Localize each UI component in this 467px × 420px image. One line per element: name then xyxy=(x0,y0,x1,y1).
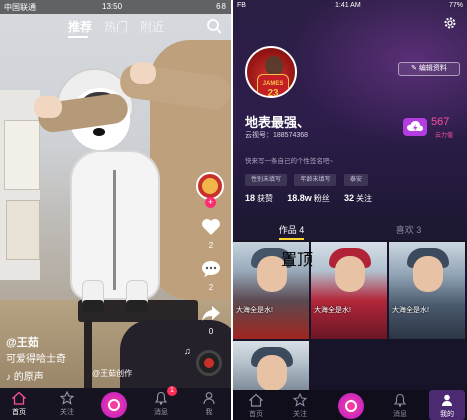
edit-pencil-icon: ✎ xyxy=(411,65,419,72)
tag-age[interactable]: 年龄未填写 xyxy=(294,174,337,186)
profile-tags: 性别未填写 年龄未填写 泰安 xyxy=(245,168,460,186)
status-bar: 中国联通 13:50 68 xyxy=(0,0,231,14)
create-video-button[interactable] xyxy=(101,392,127,418)
video-caption: 可爱得哈士奇 xyxy=(6,354,66,365)
nav-follow-label: 关注 xyxy=(60,409,74,416)
home-icon xyxy=(12,391,26,405)
tag-gender[interactable]: 性别未填写 xyxy=(245,174,288,186)
nav-me[interactable]: 我 xyxy=(194,391,224,417)
battery-level: 68 xyxy=(216,2,227,11)
music-title: 的原声 xyxy=(13,372,44,383)
power-label: 云力值 xyxy=(435,133,454,139)
profile-tabs: 作品 4 喜欢 3 xyxy=(233,218,467,240)
nav-home-label: 首页 xyxy=(249,411,263,418)
stat-fans[interactable]: 18.8w 粉丝 xyxy=(287,193,330,203)
bottom-nav: 首页 关注 消息 我的 xyxy=(233,390,467,420)
stat-following[interactable]: 32 关注 xyxy=(344,193,372,203)
message-badge: 1 xyxy=(167,386,177,396)
work-thumbnail[interactable]: 大海全是水! xyxy=(389,242,465,339)
home-icon xyxy=(249,393,263,407)
comment-icon xyxy=(202,261,220,277)
edit-profile-label: 编辑资料 xyxy=(418,65,447,72)
tab-hot[interactable]: 热门 xyxy=(104,18,128,35)
music-disc[interactable] xyxy=(196,350,222,376)
star-icon xyxy=(293,393,307,407)
tag-location[interactable]: 泰安 xyxy=(343,174,368,186)
tab-works[interactable]: 作品 4 xyxy=(233,223,350,236)
person-icon xyxy=(442,394,452,406)
nav-follow[interactable]: 关注 xyxy=(285,393,315,419)
works-grid: 大海全是水! 大海全是水! 大海全是水! 置顶 xyxy=(233,242,467,392)
search-icon[interactable] xyxy=(206,18,222,34)
profile-stats: 18 获赞 18.8w 粉丝 32 关注 xyxy=(245,193,460,204)
pinned-badge: 置顶 xyxy=(281,252,314,269)
music-credit: @王茹创作 xyxy=(92,369,133,378)
heart-icon xyxy=(202,219,220,235)
lightning-icon[interactable] xyxy=(403,118,427,136)
profile-screen: FB 1:41 AM 77% JAMES 23 ✎ 编辑资料 地表最强、 云视号… xyxy=(233,0,467,420)
person-icon xyxy=(203,392,215,405)
comment-button[interactable]: 2 xyxy=(196,260,226,292)
nav-home-label: 首页 xyxy=(12,409,26,416)
star-icon xyxy=(60,391,74,405)
work-thumbnail[interactable]: 大海全是水! xyxy=(311,242,387,339)
edit-profile-button[interactable]: ✎ 编辑资料 xyxy=(398,62,460,76)
active-tab-indicator xyxy=(68,36,88,38)
nav-message-label: 消息 xyxy=(154,409,168,416)
tab-recommend[interactable]: 推荐 xyxy=(68,18,92,35)
create-video-button[interactable] xyxy=(338,393,364,419)
carrier-label: 中国联通 xyxy=(4,3,36,12)
author-avatar[interactable] xyxy=(196,172,224,200)
bell-icon xyxy=(393,393,407,407)
active-tab-indicator xyxy=(279,238,304,240)
share-button[interactable]: 0 xyxy=(196,304,226,336)
share-arrow-icon xyxy=(202,306,220,321)
bottom-nav: 首页 关注 消息 1 我 xyxy=(0,386,231,420)
gear-icon[interactable] xyxy=(443,16,457,30)
tab-nearby[interactable]: 附近 xyxy=(140,18,164,35)
clock: 13:50 xyxy=(102,2,123,11)
nav-home[interactable]: 首页 xyxy=(4,391,34,417)
floating-note-icon: ♫ xyxy=(184,346,191,356)
author-handle[interactable]: @王茹 xyxy=(6,334,39,350)
nav-me[interactable]: 我的 xyxy=(432,393,462,419)
nav-me-label: 我的 xyxy=(440,411,454,418)
stat-likes[interactable]: 18 获赞 xyxy=(245,193,273,203)
follow-plus-icon[interactable]: + xyxy=(205,197,216,208)
video-feed-screen: 中国联通 13:50 68 推荐 热门 附近 + 2 2 0 @王茹 可爱得哈士… xyxy=(0,0,231,420)
status-bar: FB 1:41 AM 77% xyxy=(233,0,467,12)
comment-count: 2 xyxy=(208,283,214,292)
work-title: 大海全是水! xyxy=(236,307,273,314)
battery-level: 77% xyxy=(448,2,463,9)
profile-id: 云视号：188574368 xyxy=(245,132,309,139)
profile-avatar[interactable]: JAMES 23 xyxy=(245,46,297,98)
carrier-label: FB xyxy=(237,2,246,9)
nav-me-label: 我 xyxy=(205,409,213,416)
signature[interactable]: 快来写一条自己的个性签名吧~ xyxy=(245,155,333,165)
music-row[interactable]: ♪ 的原声 xyxy=(6,368,44,383)
nav-message[interactable]: 消息 xyxy=(385,393,415,419)
nav-home[interactable]: 首页 xyxy=(241,393,271,419)
jersey-name: JAMES xyxy=(262,81,284,87)
clock: 1:41 AM xyxy=(335,2,361,9)
work-title: 大海全是水! xyxy=(392,307,429,314)
tab-likes[interactable]: 喜欢 3 xyxy=(350,223,467,236)
like-count: 2 xyxy=(208,241,214,250)
music-note-icon: ♪ xyxy=(6,372,11,383)
share-count: 0 xyxy=(208,327,214,336)
nav-follow[interactable]: 关注 xyxy=(52,391,82,417)
work-title: 大海全是水! xyxy=(314,307,351,314)
power-value: 567 xyxy=(431,116,450,128)
bell-icon xyxy=(154,391,168,405)
nav-message-label: 消息 xyxy=(393,411,407,418)
work-thumbnail[interactable] xyxy=(233,341,309,392)
like-button[interactable]: 2 xyxy=(196,218,226,250)
profile-name: 地表最强、 xyxy=(245,115,311,130)
nav-follow-label: 关注 xyxy=(293,411,307,418)
feed-tabs: 推荐 热门 附近 xyxy=(0,16,231,38)
